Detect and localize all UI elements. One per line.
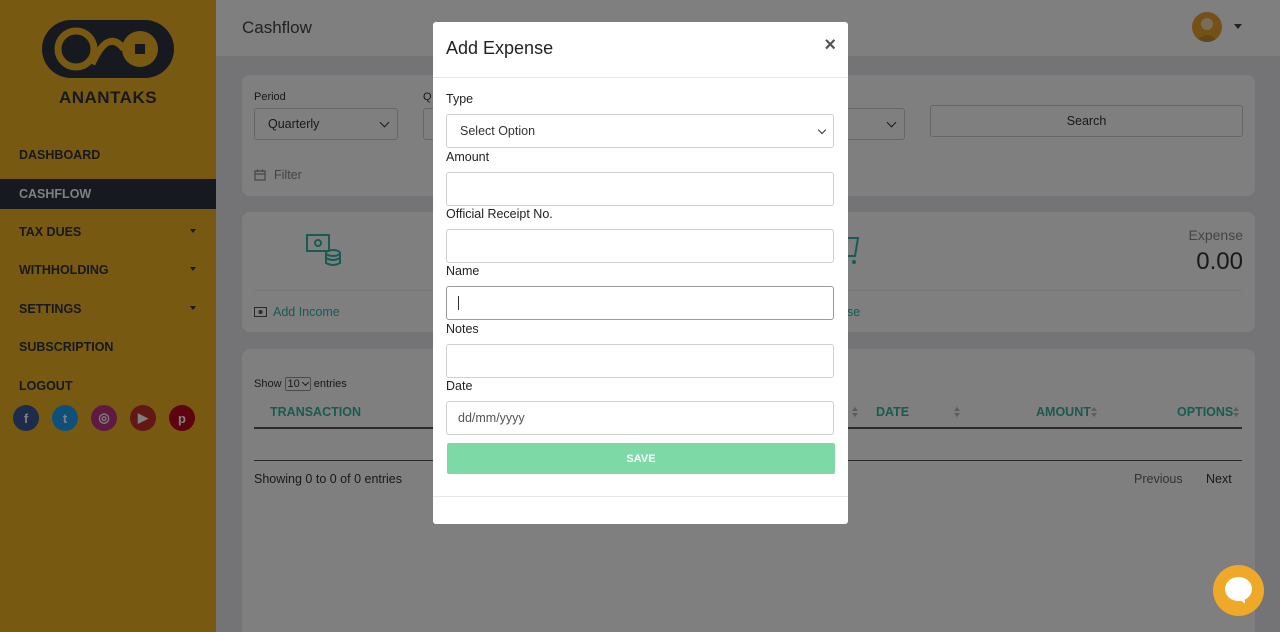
notes-label: Notes [446, 322, 479, 336]
chat-widget-button[interactable] [1213, 565, 1264, 616]
add-expense-modal: Add Expense × Type Select Option Amount … [433, 22, 848, 524]
modal-footer-divider [433, 496, 848, 497]
amount-label: Amount [446, 150, 490, 164]
chevron-down-icon [817, 125, 827, 135]
receipt-number-field[interactable] [446, 229, 834, 263]
modal-header: Add Expense × [433, 22, 848, 78]
name-field[interactable] [446, 286, 834, 320]
amount-field[interactable] [446, 172, 834, 206]
notes-field[interactable] [446, 344, 834, 378]
type-label: Type [446, 92, 474, 106]
type-select-value: Select Option [460, 124, 536, 138]
type-select[interactable]: Select Option [446, 114, 834, 148]
receipt-label: Official Receipt No. [446, 207, 553, 221]
date-field[interactable]: dd/mm/yyyy [446, 401, 834, 435]
close-icon[interactable]: × [824, 34, 836, 57]
save-button[interactable]: SAVE [447, 443, 835, 474]
date-label: Date [446, 379, 473, 393]
text-cursor [458, 296, 459, 310]
name-label: Name [446, 264, 480, 278]
modal-title: Add Expense [446, 38, 554, 58]
